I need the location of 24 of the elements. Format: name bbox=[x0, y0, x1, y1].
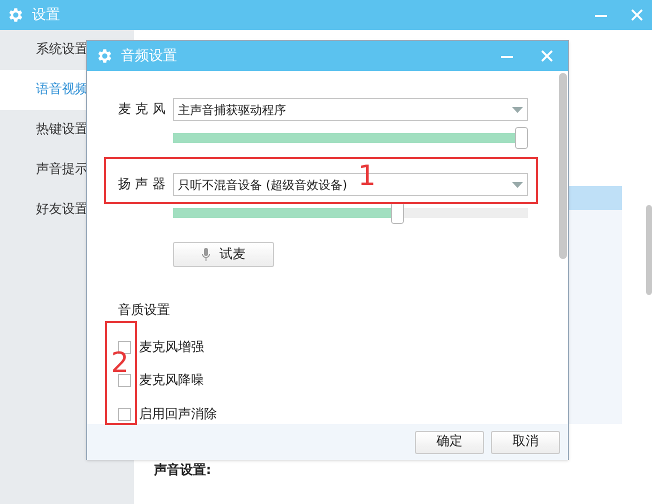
volume-slider[interactable] bbox=[173, 127, 528, 149]
close-icon[interactable] bbox=[630, 8, 644, 22]
annotation-number: 2 bbox=[111, 352, 129, 374]
scrollbar[interactable] bbox=[646, 205, 652, 295]
section-heading: 声音设置: bbox=[154, 462, 212, 480]
microphone-icon bbox=[202, 248, 210, 261]
close-icon[interactable] bbox=[540, 49, 554, 63]
window-title: 设置 bbox=[32, 6, 61, 24]
scrollbar[interactable] bbox=[559, 73, 567, 259]
dialog-button[interactable]: 取消 bbox=[491, 430, 560, 454]
test-mic-button[interactable]: 试麦 bbox=[173, 242, 274, 267]
dialog-title: 音频设置 bbox=[121, 46, 178, 66]
slider-thumb[interactable] bbox=[515, 127, 528, 149]
checkbox-label: 启用回声消除 bbox=[139, 406, 217, 424]
dialog-button[interactable]: 确定 bbox=[415, 430, 484, 454]
checkbox-label: 麦克风增强 bbox=[139, 338, 204, 356]
checkbox[interactable] bbox=[118, 408, 131, 421]
dropdown-arrow-icon bbox=[512, 106, 523, 112]
section-heading: 音质设置 bbox=[118, 302, 171, 320]
device-dropdown[interactable]: 主声音捕获驱动程序 bbox=[173, 98, 528, 121]
device-label: 扬 声 器 bbox=[118, 176, 166, 194]
checkbox[interactable] bbox=[118, 374, 131, 388]
dropdown-arrow-icon bbox=[512, 182, 523, 188]
checkbox-label: 麦克风降噪 bbox=[139, 372, 204, 390]
